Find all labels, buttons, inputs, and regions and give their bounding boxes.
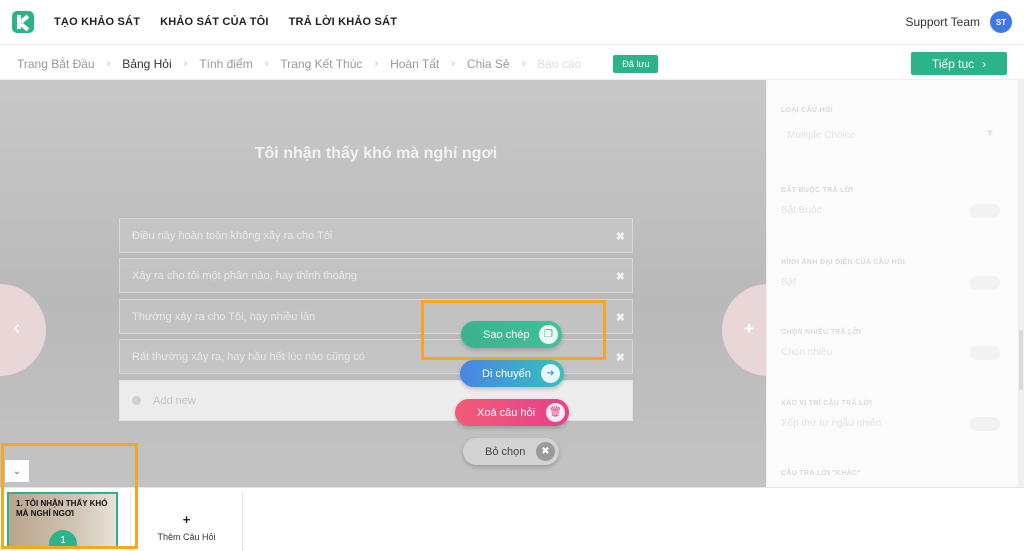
plus-icon: +: [744, 319, 754, 338]
delete-label: Xoá câu hỏi: [477, 406, 536, 419]
step-questionnaire[interactable]: Bảng Hỏi: [122, 57, 171, 71]
chevron-right-icon: ›: [106, 58, 111, 70]
required-label: BẮT BUỘC TRẢ LỜI: [781, 187, 854, 194]
highlight-box-copy: [421, 300, 606, 360]
answer-text: Rất thường xảy ra, hay hầu hết lúc nào c…: [132, 350, 365, 363]
nav-my-surveys[interactable]: KHẢO SÁT CỦA TÔI: [160, 16, 269, 28]
shuffle-label: XÁO VỊ TRÍ CÂU TRẢ LỜI: [781, 400, 873, 407]
answer-option[interactable]: Xảy ra cho tôi một phần nào, hay thỉnh t…: [119, 258, 633, 293]
user-menu[interactable]: Support Team ST: [905, 11, 1012, 33]
remove-answer-icon[interactable]: ✖: [616, 351, 625, 364]
app-logo[interactable]: [12, 11, 34, 33]
remove-answer-icon[interactable]: ✖: [616, 230, 625, 243]
steps-bar: Trang Bắt Đầu › Bảng Hỏi › Tính điểm › T…: [0, 45, 1024, 80]
breadcrumb: Trang Bắt Đầu › Bảng Hỏi › Tính điểm › T…: [17, 55, 659, 73]
step-report[interactable]: Báo cáo: [537, 57, 581, 71]
remove-answer-icon[interactable]: ✖: [616, 270, 625, 283]
plus-icon: [132, 396, 141, 405]
user-name: Support Team: [905, 15, 981, 29]
step-complete[interactable]: Hoàn Tất: [390, 57, 439, 71]
close-icon: ✖: [536, 442, 555, 461]
nav-create-survey[interactable]: TẠO KHẢO SÁT: [54, 16, 140, 28]
chevron-right-icon: ›: [264, 58, 269, 70]
chevron-right-icon: ›: [982, 56, 987, 71]
question-type-select[interactable]: Multiple Choice: [787, 130, 855, 141]
question-type-label: LOẠI CÂU HỎI: [781, 107, 833, 114]
chevron-right-icon: ›: [374, 58, 379, 70]
plus-icon: +: [182, 512, 191, 527]
deselect-label: Bỏ chọn: [485, 445, 526, 458]
step-scoring[interactable]: Tính điểm: [199, 57, 252, 71]
image-value: Bật: [781, 277, 797, 288]
trash-icon: 🗑: [546, 403, 565, 422]
shuffle-value: Xếp thứ tự ngẫu nhiên: [781, 418, 882, 429]
arrow-right-icon: ➜: [541, 364, 560, 383]
multi-choice-value: Chọn nhiều: [781, 347, 833, 358]
chevron-right-icon: ›: [451, 58, 455, 70]
multi-choice-toggle[interactable]: [970, 346, 1000, 360]
answer-text: Xảy ra cho tôi một phần nào, hay thỉnh t…: [132, 269, 358, 282]
image-toggle[interactable]: [970, 276, 1000, 290]
step-share[interactable]: Chia Sẻ: [467, 57, 510, 71]
delete-question-button[interactable]: Xoá câu hỏi 🗑: [455, 399, 569, 426]
continue-button[interactable]: Tiếp tục ›: [911, 52, 1007, 75]
saved-badge: Đã lưu: [613, 55, 659, 73]
question-title[interactable]: Tôi nhận thấy khó mà nghỉ ngơi: [0, 145, 752, 163]
add-question-label: Thêm Câu Hỏi: [157, 532, 216, 542]
answer-option[interactable]: Điều này hoàn toàn không xảy ra cho Tôi …: [119, 218, 633, 253]
main-nav: TẠO KHẢO SÁT KHẢO SÁT CỦA TÔI TRẢ LỜI KH…: [54, 16, 397, 28]
chevron-right-icon: ›: [183, 58, 188, 70]
step-end-page[interactable]: Trang Kết Thúc: [280, 57, 362, 71]
previous-question-button[interactable]: ‹: [0, 284, 46, 376]
continue-label: Tiếp tục: [931, 56, 975, 71]
other-answer-label: CÂU TRẢ LỜI "KHÁC": [781, 470, 861, 477]
caret-down-icon: ▼: [985, 128, 995, 139]
panel-scrollbar[interactable]: [1018, 80, 1024, 487]
highlight-box-thumbnail: [1, 443, 138, 549]
required-toggle[interactable]: [970, 204, 1000, 218]
move-label: Di chuyển: [482, 367, 531, 380]
shuffle-toggle[interactable]: [970, 417, 1000, 431]
required-value: Bắt Buộc: [781, 205, 822, 216]
move-question-button[interactable]: Di chuyển ➜: [460, 360, 564, 387]
step-start-page[interactable]: Trang Bắt Đầu: [17, 57, 95, 71]
answer-text: Điều này hoàn toàn không xảy ra cho Tôi: [132, 229, 333, 242]
add-new-placeholder: Add new: [153, 394, 196, 407]
answer-text: Thường xảy ra cho Tôi, hay nhiều lần: [132, 310, 316, 323]
top-bar: TẠO KHẢO SÁT KHẢO SÁT CỦA TÔI TRẢ LỜI KH…: [0, 0, 1024, 45]
deselect-button[interactable]: Bỏ chọn ✖: [463, 438, 559, 465]
multi-choice-label: CHỌN NHIỀU TRẢ LỜI: [781, 329, 862, 336]
remove-answer-icon[interactable]: ✖: [616, 311, 625, 324]
chevron-left-icon: ‹: [13, 317, 20, 339]
add-question-button[interactable]: +: [722, 284, 766, 376]
settings-panel: LOẠI CÂU HỎI Multiple Choice ▼ BẮT BUỘC …: [766, 80, 1024, 487]
image-label: HÌNH ẢNH ĐẠI DIỆN CỦA CÂU HỎI: [781, 259, 905, 266]
question-editor: Tôi nhận thấy khó mà nghỉ ngơi Điều này …: [0, 80, 766, 487]
add-question-card[interactable]: + Thêm Câu Hỏi: [130, 492, 243, 551]
scrollbar-thumb[interactable]: [1019, 330, 1023, 390]
chevron-right-icon: ›: [521, 58, 526, 70]
avatar[interactable]: ST: [990, 11, 1012, 33]
nav-answer-survey[interactable]: TRẢ LỜI KHẢO SÁT: [289, 16, 398, 28]
